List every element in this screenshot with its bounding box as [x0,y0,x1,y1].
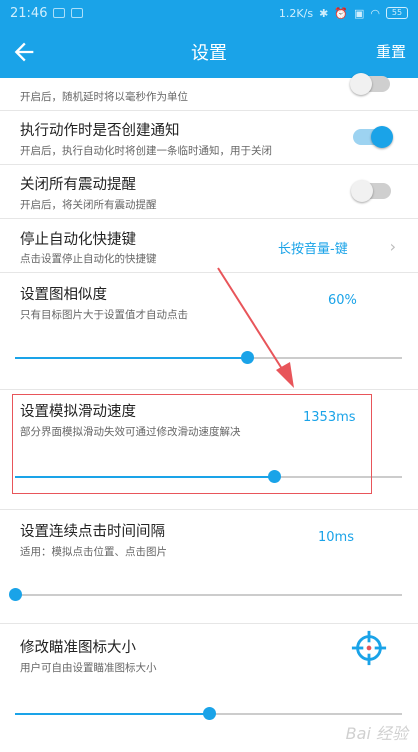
status-bar: 21:46 1.2K/s ✱ ⏰ ▣ ◠ 55 [0,0,418,26]
create-notification-toggle[interactable] [353,126,393,148]
slider-thumb[interactable] [202,707,216,720]
crosshair-size-slider[interactable] [15,707,402,720]
slider-fill [15,357,248,359]
setting-desc: 点击设置停止自动化的快捷键 [20,253,157,265]
setting-title: 执行动作时是否创建通知 [20,123,180,139]
stop-shortcut-value: 长按音量-键 [278,242,348,257]
toggle-knob [350,73,372,95]
random-delay-toggle[interactable] [350,73,390,95]
highlight-box [12,394,372,494]
setting-desc: 开启后，随机延时将以毫秒作为单位 [20,91,188,103]
app-bar: 设置 重置 [0,26,418,78]
reset-button[interactable]: 重置 [376,41,406,62]
setting-desc: 适用：模拟点击位置、点击图片 [20,546,167,558]
disable-vibration-toggle[interactable] [351,180,391,202]
alarm-icon: ⏰ [334,6,348,20]
setting-create-notification[interactable]: 执行动作时是否创建通知 开启后，执行自动化时将创建一条临时通知，用于关闭 [0,111,418,164]
slider-thumb[interactable] [9,588,22,601]
setting-title: 设置连续点击时间间隔 [20,524,165,540]
status-time: 21:46 [10,5,48,21]
setting-desc: 开启后，执行自动化时将创建一条临时通知，用于关闭 [20,145,272,157]
notification-icon [53,8,66,18]
slider-thumb[interactable] [241,351,255,364]
setting-random-delay[interactable]: 开启后，随机延时将以毫秒作为单位 [0,73,418,108]
setting-desc: 用户可自由设置瞄准图标大小 [20,662,157,674]
setting-click-interval: 设置连续点击时间间隔 适用：模拟点击位置、点击图片 10ms [0,510,418,622]
watermark: Bai 经验 [345,724,408,743]
setting-stop-shortcut[interactable]: 停止自动化快捷键 点击设置停止自动化的快捷键 长按音量-键 › [0,219,418,272]
click-interval-value: 10ms [318,530,354,545]
crosshair-icon [351,630,387,666]
setting-title: 设置图相似度 [20,287,107,303]
battery-icon: 55 [386,7,408,19]
setting-desc: 开启后，将关闭所有震动提醒 [20,199,157,211]
image-similarity-value: 60% [328,293,357,308]
toggle-knob [351,180,373,202]
image-similarity-slider[interactable] [15,351,402,364]
page-title: 设置 [191,43,227,64]
net-speed: 1.2K/s [278,6,314,20]
setting-image-similarity: 设置图相似度 只有目标图片大于设置值才自动点击 60% [0,273,418,388]
setting-title: 关闭所有震动提醒 [20,177,136,193]
toggle-knob [371,126,393,148]
mute-icon: ▣ [353,6,365,20]
chevron-right-icon: › [389,237,396,256]
click-interval-slider[interactable] [9,588,402,601]
notification-icon [71,8,84,18]
setting-desc: 只有目标图片大于设置值才自动点击 [20,309,188,321]
setting-title: 停止自动化快捷键 [20,232,136,248]
slider-fill [15,713,209,715]
wifi-icon: ◠ [370,6,380,20]
setting-disable-vibration[interactable]: 关闭所有震动提醒 开启后，将关闭所有震动提醒 [0,165,418,218]
setting-title: 修改瞄准图标大小 [20,640,136,656]
bluetooth-icon: ✱ [319,6,329,20]
